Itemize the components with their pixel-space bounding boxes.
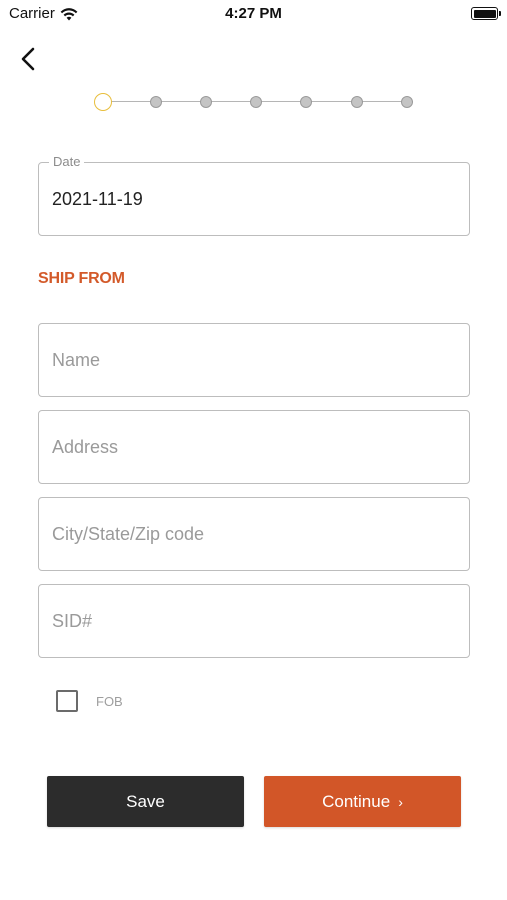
step-3 [200, 96, 212, 108]
step-5 [300, 96, 312, 108]
name-field[interactable] [38, 323, 470, 397]
battery-icon [471, 7, 501, 20]
city-state-zip-field[interactable] [38, 497, 470, 571]
status-bar: Carrier 4:27 PM [0, 0, 507, 28]
address-field[interactable] [38, 410, 470, 484]
step-6 [351, 96, 363, 108]
fob-checkbox[interactable] [56, 690, 78, 712]
date-input[interactable] [52, 163, 457, 235]
continue-label: Continue [322, 791, 391, 811]
continue-button[interactable]: Continue › [264, 776, 461, 827]
fob-option[interactable]: FOB [56, 690, 123, 712]
city-state-zip-input[interactable] [52, 498, 457, 570]
name-input[interactable] [52, 324, 457, 396]
step-7 [401, 96, 413, 108]
sid-field[interactable] [38, 584, 470, 658]
chevron-left-icon [21, 47, 35, 71]
ship-from-title: SHIP FROM [38, 270, 125, 287]
chevron-right-icon: › [398, 793, 403, 810]
date-field[interactable]: Date [38, 154, 470, 236]
sid-input[interactable] [52, 585, 457, 657]
save-button[interactable]: Save [47, 776, 244, 827]
step-2 [150, 96, 162, 108]
fob-label: FOB [96, 693, 123, 709]
step-4 [250, 96, 262, 108]
step-1 [94, 93, 112, 111]
address-input[interactable] [52, 411, 457, 483]
back-button[interactable] [16, 45, 42, 73]
progress-stepper [94, 92, 414, 112]
save-label: Save [126, 791, 165, 811]
status-time: 4:27 PM [225, 5, 282, 22]
